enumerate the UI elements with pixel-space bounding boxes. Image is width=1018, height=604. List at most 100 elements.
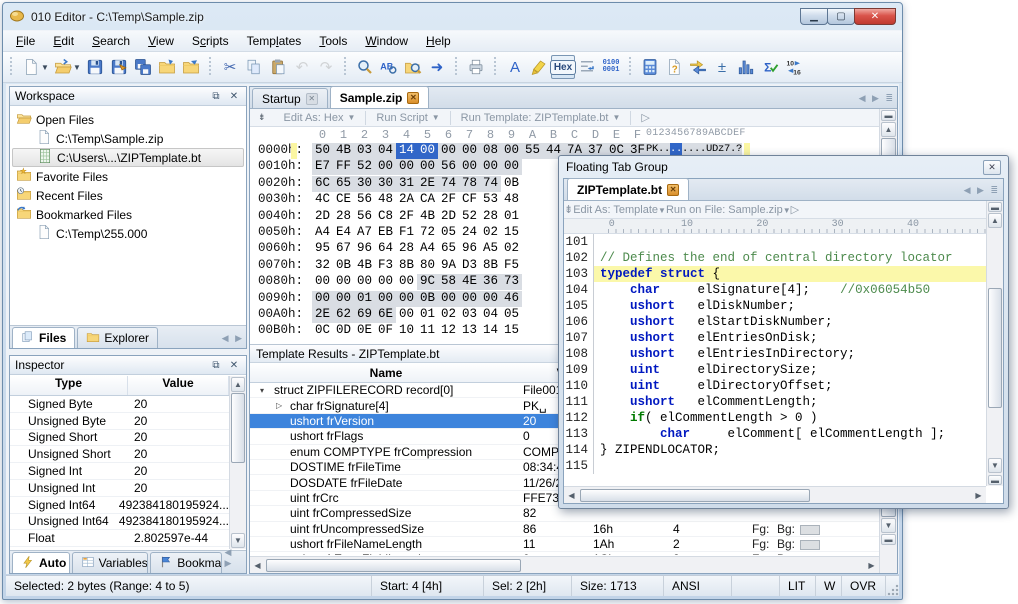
hex-byte[interactable]: 15: [501, 225, 522, 241]
font-button[interactable]: A: [503, 55, 527, 79]
tree-item[interactable]: C:\Temp\255.000: [12, 224, 244, 243]
inspector-row[interactable]: Unsigned Int64492384180195924...: [10, 514, 229, 531]
tab-scroll-icons[interactable]: ◀ ▶: [224, 547, 244, 573]
hex-byte[interactable]: 36: [480, 274, 501, 290]
hex-byte[interactable]: 00: [354, 274, 375, 290]
scrollbar-thumb[interactable]: [580, 489, 810, 502]
hex-byte[interactable]: 2D: [312, 209, 333, 225]
code-line[interactable]: 105 ushort elDiskNumber;: [564, 298, 986, 314]
hex-byte[interactable]: 00: [396, 274, 417, 290]
tree-item[interactable]: C:\Users\...\ZIPTemplate.bt: [12, 148, 244, 167]
print-button[interactable]: [464, 55, 488, 79]
hex-byte[interactable]: EB: [375, 225, 396, 241]
hex-byte[interactable]: A7: [354, 225, 375, 241]
tree-item[interactable]: Recent Files: [12, 186, 244, 205]
hex-byte[interactable]: 74: [480, 176, 501, 192]
code-line[interactable]: 104 char elSignature[4]; //0x06054b50: [564, 282, 986, 298]
code-hscrollbar[interactable]: ◀ ▶: [564, 486, 986, 503]
export-file-button[interactable]: [179, 55, 203, 79]
redo-button[interactable]: ↷: [314, 55, 338, 79]
close-button[interactable]: ✕: [854, 8, 896, 25]
template-result-row[interactable]: uint frUncompressedSize8616h4Fg:Bg:: [250, 522, 879, 537]
hex-byte[interactable]: 0B: [333, 258, 354, 274]
hex-byte[interactable]: 0E: [354, 323, 375, 339]
hex-byte[interactable]: 00: [480, 291, 501, 307]
hex-byte[interactable]: 53: [480, 192, 501, 208]
hex-byte[interactable]: 32: [312, 258, 333, 274]
hex-toggle-button[interactable]: Hex: [551, 55, 575, 79]
hex-byte[interactable]: F1: [396, 225, 417, 241]
hex-byte[interactable]: E7: [312, 159, 333, 175]
hex-byte[interactable]: A4: [417, 241, 438, 257]
collapse-splitter-icon[interactable]: ▬: [988, 475, 1002, 485]
tab-scroll-icons[interactable]: ◀ ▶: [222, 333, 244, 348]
inspector-row[interactable]: Double1.5495355093908...: [10, 547, 229, 549]
hex-byte[interactable]: 14: [396, 143, 417, 159]
collapse-splitter-icon[interactable]: ▬: [881, 534, 896, 545]
hex-byte[interactable]: 28: [396, 241, 417, 257]
hex-byte[interactable]: 30: [375, 176, 396, 192]
template-result-row[interactable]: ushort frExtraFieldLength01Ch2Fg:Bg:: [250, 552, 879, 555]
cut-button[interactable]: ✂: [218, 55, 242, 79]
open-file-button[interactable]: ▼: [51, 55, 83, 79]
hex-byte[interactable]: F3: [375, 258, 396, 274]
toolbar-grip[interactable]: [343, 57, 348, 77]
hex-byte[interactable]: 2F: [396, 209, 417, 225]
hex-byte[interactable]: A4: [312, 225, 333, 241]
hex-byte[interactable]: CF: [459, 192, 480, 208]
hex-byte[interactable]: 05: [438, 225, 459, 241]
hex-byte[interactable]: 00: [396, 159, 417, 175]
hex-byte[interactable]: 01: [417, 307, 438, 323]
float-panel-icon[interactable]: ⧉: [209, 90, 223, 103]
undo-button[interactable]: ↶: [290, 55, 314, 79]
hex-byte[interactable]: CE: [333, 192, 354, 208]
document-tab-ziptemplate[interactable]: ZIPTemplate.bt✕: [567, 178, 689, 200]
hex-byte[interactable]: 62: [333, 307, 354, 323]
tree-item[interactable]: C:\Temp\Sample.zip: [12, 129, 244, 148]
hex-byte[interactable]: 4B: [333, 143, 354, 159]
run-play-icon[interactable]: ▷: [631, 111, 659, 125]
hex-byte[interactable]: 00: [501, 143, 522, 159]
hex-byte[interactable]: 00: [312, 274, 333, 290]
hex-byte[interactable]: 9C: [417, 274, 438, 290]
hex-byte[interactable]: 0F: [375, 323, 396, 339]
hex-byte[interactable]: 00: [375, 274, 396, 290]
floating-close-button[interactable]: ✕: [983, 160, 1001, 175]
hex-byte[interactable]: 00: [396, 307, 417, 323]
toolbar-grip[interactable]: [208, 57, 213, 77]
hex-byte[interactable]: C8: [375, 209, 396, 225]
code-line[interactable]: 107 ushort elEntriesOnDisk;: [564, 330, 986, 346]
hex-byte[interactable]: 4B: [417, 209, 438, 225]
floating-title-bar[interactable]: Floating Tab Group ✕: [559, 156, 1008, 178]
hex-byte[interactable]: 05: [501, 307, 522, 323]
scroll-right-icon[interactable]: ▶: [864, 558, 879, 573]
hex-byte[interactable]: 11: [417, 323, 438, 339]
title-bar[interactable]: 010 Editor - C:\Temp\Sample.zip ▁ ▢ ✕: [3, 3, 902, 30]
hex-byte[interactable]: 6E: [375, 307, 396, 323]
code-line[interactable]: 109 uint elDirectorySize;: [564, 362, 986, 378]
hex-byte[interactable]: 2D: [438, 209, 459, 225]
hex-byte[interactable]: 0C: [312, 323, 333, 339]
hex-byte[interactable]: 03: [354, 143, 375, 159]
hex-byte[interactable]: 00: [459, 291, 480, 307]
hex-byte[interactable]: 08: [480, 143, 501, 159]
tree-item[interactable]: Open Files: [12, 110, 244, 129]
scrollbar-thumb[interactable]: [988, 288, 1002, 408]
binary-view-button[interactable]: 01000001: [599, 55, 623, 79]
scrollbar-thumb[interactable]: [231, 393, 245, 463]
hex-byte[interactable]: 4C: [312, 192, 333, 208]
collapse-splitter-icon[interactable]: ▬: [988, 202, 1002, 212]
maximize-button[interactable]: ▢: [827, 8, 855, 25]
workspace-tab-files[interactable]: Files: [12, 327, 75, 348]
float-panel-icon[interactable]: ⧉: [209, 359, 223, 372]
tab-scroll-icons[interactable]: ◀ ▶ ≣: [964, 185, 1000, 200]
hex-byte[interactable]: 12: [438, 323, 459, 339]
hex-byte[interactable]: F5: [501, 258, 522, 274]
menu-item-edit[interactable]: Edit: [44, 32, 83, 50]
code-line[interactable]: 110 uint elDirectoryOffset;: [564, 378, 986, 394]
hex-byte[interactable]: 03: [459, 307, 480, 323]
hex-byte[interactable]: 00: [501, 159, 522, 175]
inspector-row[interactable]: Signed Byte20: [10, 396, 229, 413]
edit-as-dropdown[interactable]: Edit As: Hex▼: [274, 111, 367, 125]
hex-byte[interactable]: 28: [333, 209, 354, 225]
